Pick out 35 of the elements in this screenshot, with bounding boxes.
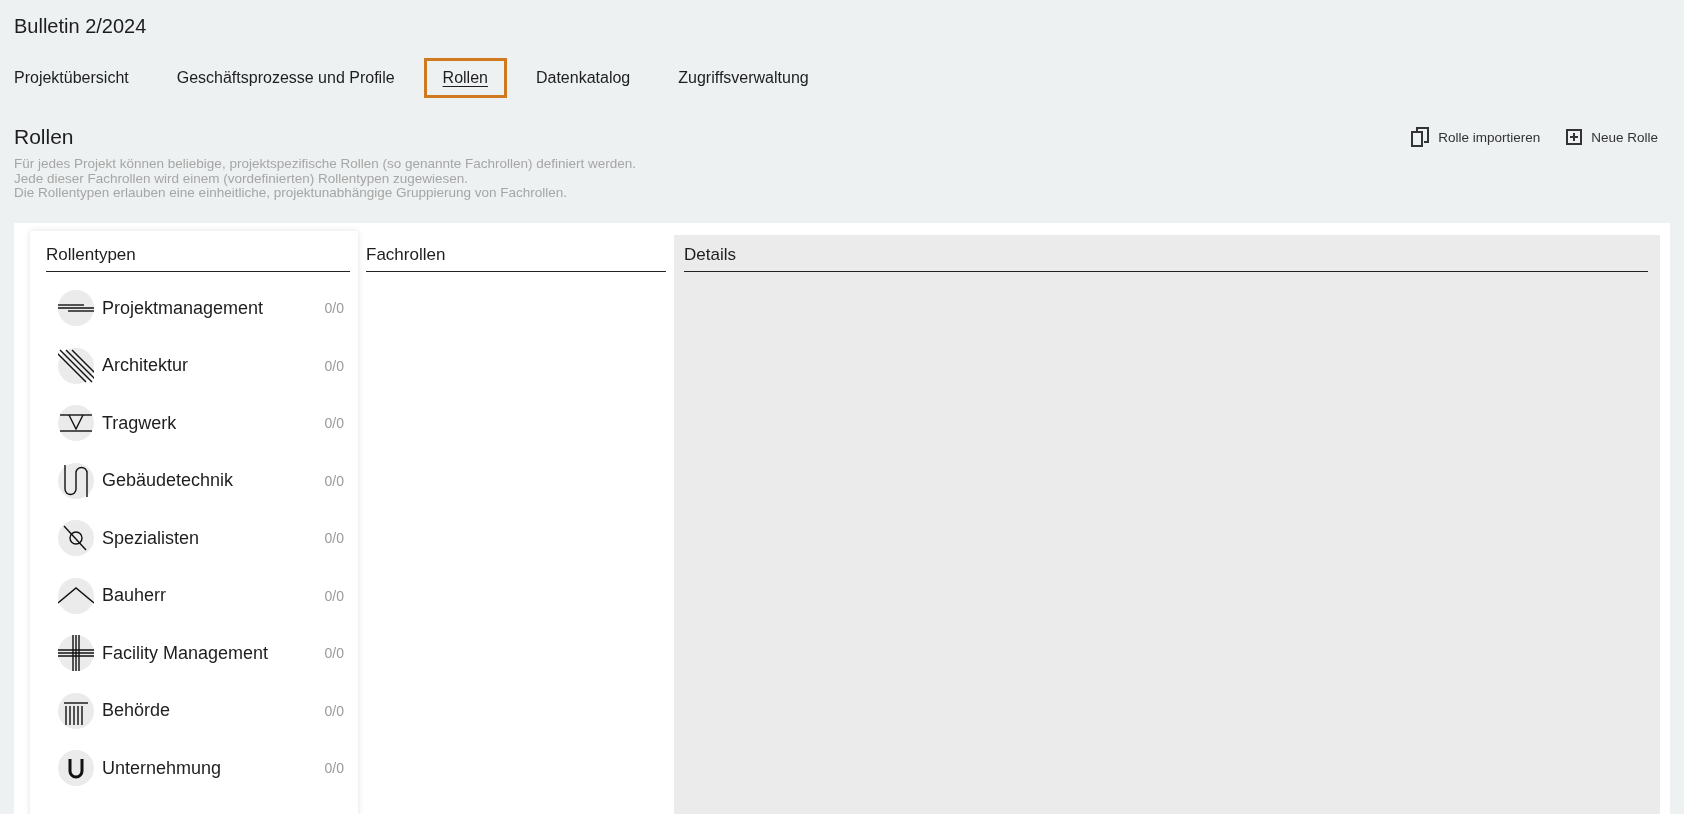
role-type-item[interactable]: Tragwerk 0/0 bbox=[46, 394, 350, 452]
import-role-button[interactable]: Rolle importieren bbox=[1409, 125, 1543, 149]
cross-grid-icon bbox=[58, 635, 94, 672]
pipe-loop-icon bbox=[58, 462, 94, 499]
page-title: Bulletin 2/2024 bbox=[14, 14, 148, 38]
section-title: Rollen bbox=[14, 125, 74, 149]
magnifier-icon bbox=[58, 520, 94, 557]
role-type-item[interactable]: Unternehmung 0/0 bbox=[46, 739, 350, 797]
description-text: Jede dieser Fachrollen wird einem (vordefinierten) Rollentypen zugewiesen. bbox=[14, 171, 468, 186]
column-header: Details bbox=[684, 244, 1648, 272]
description-text: Für jedes Projekt können beliebige, projektspezifische Rollen (so genannte Fachrollen) definiert werden. bbox=[14, 157, 638, 172]
role-type-item[interactable]: Bauherr 0/0 bbox=[46, 567, 350, 625]
role-type-item[interactable]: Behörde 0/0 bbox=[46, 682, 350, 740]
u-shape-icon bbox=[58, 750, 94, 787]
nav-tab[interactable]: Geschäftsprozesse und Profile bbox=[157, 58, 414, 98]
horizontal-lines-icon bbox=[58, 290, 94, 327]
role-type-item[interactable]: Projektmanagement 0/0 bbox=[46, 279, 350, 337]
nav-tab[interactable]: Datenkatalog bbox=[516, 58, 650, 98]
new-role-button[interactable]: Neue Rolle bbox=[1564, 125, 1660, 149]
column-header: Rollentypen bbox=[46, 244, 350, 272]
copy-icon bbox=[1411, 127, 1430, 147]
diagonal-lines-icon bbox=[58, 347, 94, 384]
role-type-item[interactable]: Spezialisten 0/0 bbox=[46, 509, 350, 567]
description-text: Die Rollentypen erlauben eine einheitliche, projektunabhängige Gruppierung von Fachrollen. bbox=[14, 186, 569, 201]
columns-icon bbox=[58, 692, 94, 729]
role-type-item[interactable]: Architektur 0/0 bbox=[46, 337, 350, 395]
add-box-icon bbox=[1566, 129, 1583, 145]
column-header: Fachrollen bbox=[366, 244, 666, 272]
nav-tab[interactable]: Zugriffsverwaltung bbox=[659, 58, 828, 98]
role-type-item[interactable]: Gebäudetechnik 0/0 bbox=[46, 452, 350, 510]
nav-tab[interactable]: Projektübersicht bbox=[0, 58, 148, 98]
triangle-support-icon bbox=[58, 405, 94, 442]
nav-tab[interactable]: Rollen bbox=[423, 58, 507, 98]
roof-icon bbox=[58, 577, 94, 614]
role-type-item[interactable]: Facility Management 0/0 bbox=[46, 624, 350, 682]
